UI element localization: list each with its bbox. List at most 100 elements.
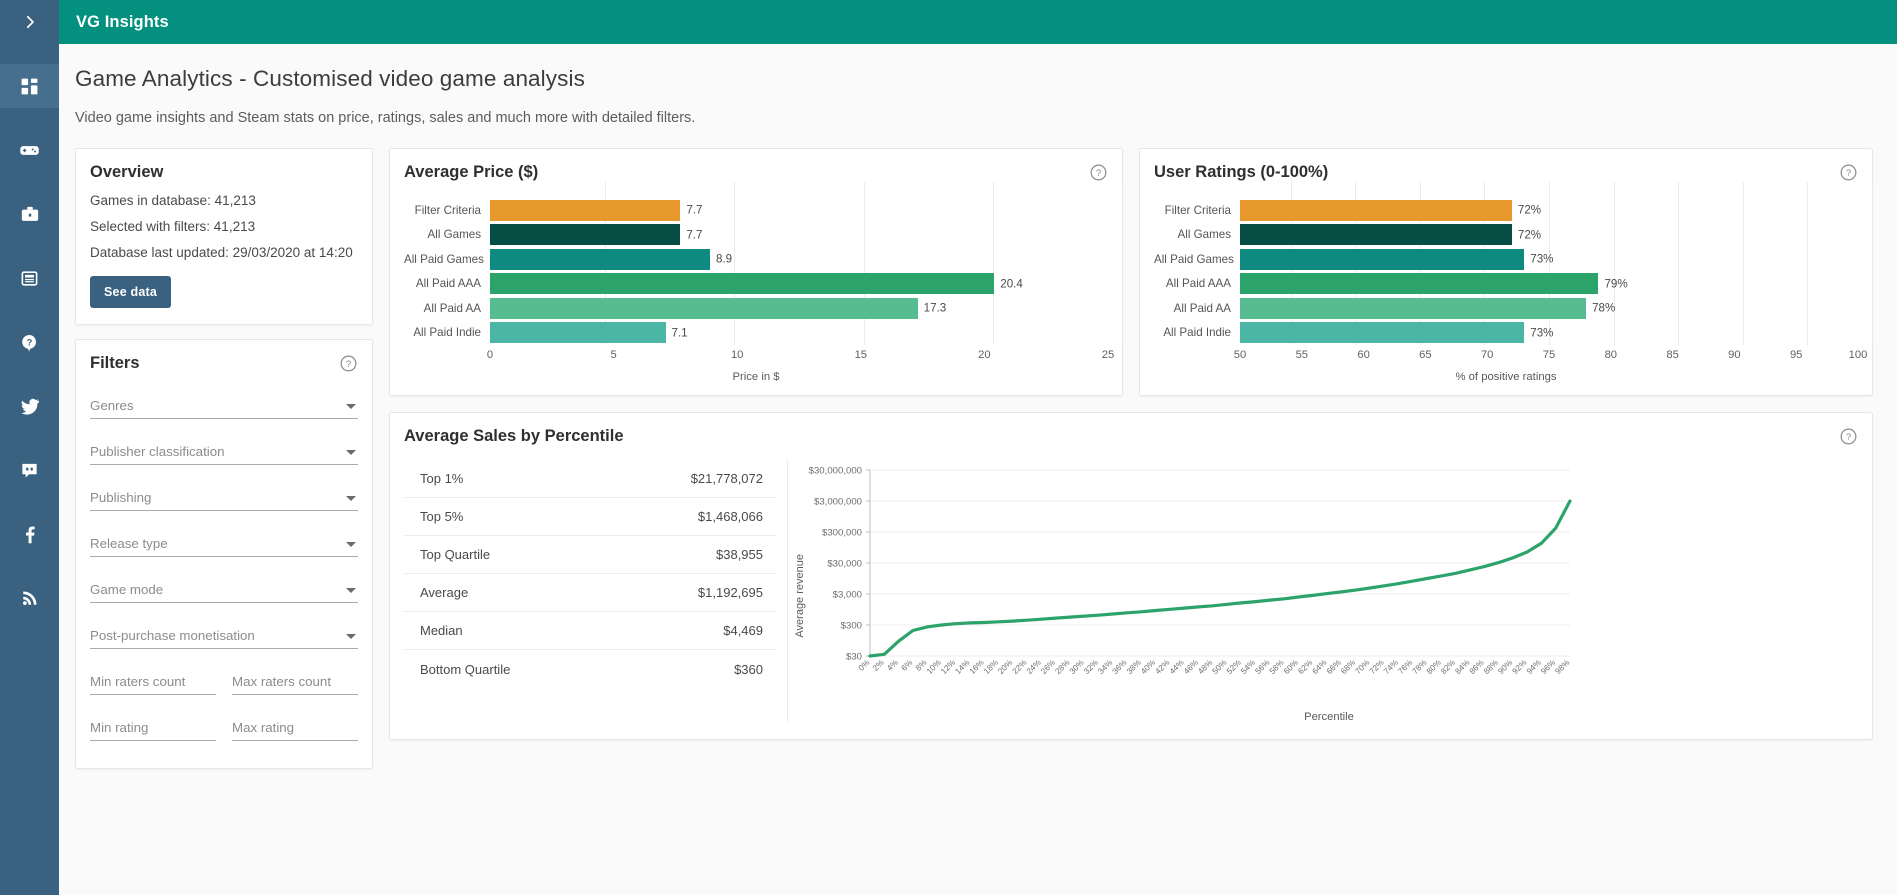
bar-fill[interactable] <box>490 322 666 344</box>
help-circle-icon: ? <box>340 355 357 372</box>
bar-row: All Paid AAA 20.4 <box>404 272 1108 297</box>
user-ratings-bars: Filter Criteria 72% All Games 72% All Paid G… <box>1140 182 1873 346</box>
x-axis-tick-label: 16% <box>968 658 986 676</box>
bar-fill[interactable] <box>490 297 918 319</box>
axis-tick-label: 10 <box>730 349 744 361</box>
bar-fill[interactable] <box>1240 248 1525 270</box>
gridline <box>1872 182 1873 345</box>
bar-fill[interactable] <box>490 224 681 246</box>
table-row: Top 1% $21,778,072 <box>404 460 777 498</box>
filter-min-rating[interactable]: Min rating <box>90 713 216 741</box>
average-price-card: Average Price ($) ? Filter Criteria 7.7 Al… <box>389 148 1123 396</box>
sales-row-label: Median <box>420 623 463 638</box>
axis-tick-label: 5 <box>610 349 617 361</box>
percentile-line-chart: Average revenue $30 $300 $3,000 $30,000 $300… <box>788 460 1864 723</box>
bar-track: 73% <box>1240 321 1858 346</box>
bar-track: 79% <box>1240 272 1858 297</box>
sidebar-spacer-top <box>0 44 59 64</box>
x-axis-tick-label: 6% <box>900 658 915 673</box>
dashboard-grid-icon <box>21 78 38 94</box>
percentile-data-line[interactable] <box>868 499 1572 658</box>
page-content: Game Analytics - Customised video game a… <box>59 44 1897 895</box>
bar-fill[interactable] <box>1240 224 1512 246</box>
sidebar-item-games[interactable] <box>0 128 59 172</box>
filter-publisher-classification[interactable]: Publisher classification <box>90 437 358 465</box>
bar-track: 7.7 <box>490 223 1108 248</box>
bar-fill[interactable] <box>1240 199 1512 221</box>
x-axis-tick-label: 52% <box>1225 658 1243 676</box>
sidebar-item-rss[interactable] <box>0 576 59 620</box>
page-title: Game Analytics - Customised video game a… <box>75 66 585 91</box>
bar-fill[interactable] <box>1240 322 1525 344</box>
sidebar-item-twitter[interactable] <box>0 384 59 428</box>
filter-max-raters-count[interactable]: Max raters count <box>232 667 358 695</box>
axis-tick-label: 70 <box>1480 349 1494 361</box>
overview-title: Overview <box>90 163 164 181</box>
average-price-help-icon[interactable]: ? <box>1089 163 1108 182</box>
gamepad-icon <box>20 145 39 155</box>
x-axis-tick-label: 66% <box>1325 658 1343 676</box>
filter-publishing[interactable]: Publishing <box>90 483 358 511</box>
filter-game-mode[interactable]: Game mode <box>90 575 358 603</box>
charts-row: Average Price ($) ? Filter Criteria 7.7 Al… <box>389 148 1873 396</box>
percentile-ylabel: Average revenue <box>794 554 806 638</box>
x-axis-tick-label: 84% <box>1453 658 1471 676</box>
filter-genres[interactable]: Genres <box>90 391 358 419</box>
sidebar-item-dashboard[interactable] <box>0 64 59 108</box>
x-axis-tick-label: 58% <box>1268 658 1286 676</box>
average-sales-help-icon[interactable]: ? <box>1839 427 1858 446</box>
bar-track: 7.7 <box>490 198 1108 223</box>
sidebar-item-articles[interactable] <box>0 256 59 300</box>
x-axis-tick-label: 38% <box>1125 658 1143 676</box>
filter-min-raters-count-label: Min raters count <box>90 674 186 689</box>
x-axis-tick-label: 86% <box>1468 658 1486 676</box>
bar-value-label: 7.7 <box>686 228 703 242</box>
x-axis-tick-label: 64% <box>1311 658 1329 676</box>
x-axis-tick-label: 32% <box>1082 658 1100 676</box>
bar-category-label: All Paid AAA <box>415 277 481 291</box>
bar-fill[interactable] <box>490 199 681 221</box>
bar-track: 7.1 <box>490 321 1108 346</box>
sidebar-item-discord[interactable] <box>0 448 59 492</box>
bar-category-label: All Paid AAA <box>1165 277 1231 291</box>
svg-text:?: ? <box>346 359 351 370</box>
y-axis-tick-label: $3,000 <box>833 589 862 600</box>
filter-post-purchase-monetisation[interactable]: Post-purchase monetisation <box>90 621 358 649</box>
bar-fill[interactable] <box>490 248 710 270</box>
filter-release-type[interactable]: Release type <box>90 529 358 557</box>
chevron-down-icon <box>346 404 356 409</box>
x-axis-tick-label: 62% <box>1296 658 1314 676</box>
sidebar-item-publishers[interactable] <box>0 192 59 236</box>
see-data-button[interactable]: See data <box>90 276 172 308</box>
table-row: Top Quartile $38,955 <box>404 536 777 574</box>
filter-max-rating[interactable]: Max rating <box>232 713 358 741</box>
x-axis-tick-label: 76% <box>1396 658 1414 676</box>
bar-row: All Paid AAA 79% <box>1154 272 1858 297</box>
bar-fill[interactable] <box>1240 297 1587 319</box>
sales-row-label: Average <box>420 585 469 600</box>
filter-publishing-label: Publishing <box>90 490 152 505</box>
expand-sidebar-button[interactable] <box>0 0 59 44</box>
chevron-down-icon <box>346 634 356 639</box>
bar-fill[interactable] <box>490 273 995 295</box>
user-ratings-help-icon[interactable]: ? <box>1839 163 1858 182</box>
x-axis-tick-label: 12% <box>939 658 957 676</box>
average-price-title: Average Price ($) <box>404 163 539 181</box>
axis-tick-label: 60 <box>1357 349 1370 361</box>
axis-tick-label: 55 <box>1295 349 1309 361</box>
axis-tick-label: 85 <box>1666 349 1679 361</box>
sidebar-item-facebook[interactable] <box>0 512 59 556</box>
axis-tick-label: 100 <box>1848 349 1868 361</box>
filters-help-icon[interactable]: ? <box>339 354 358 373</box>
bar-fill[interactable] <box>1240 273 1599 295</box>
bar-track: 72% <box>1240 198 1858 223</box>
average-price-axis: 0 5 10 15 20 25 <box>404 345 1114 367</box>
sidebar-item-help[interactable]: ? <box>0 320 59 364</box>
user-ratings-xlabel: % of positive ratings <box>1455 371 1557 383</box>
filter-min-raters-count[interactable]: Min raters count <box>90 667 216 695</box>
help-question-icon: ? <box>22 334 36 352</box>
x-axis-tick-label: 80% <box>1425 658 1443 676</box>
